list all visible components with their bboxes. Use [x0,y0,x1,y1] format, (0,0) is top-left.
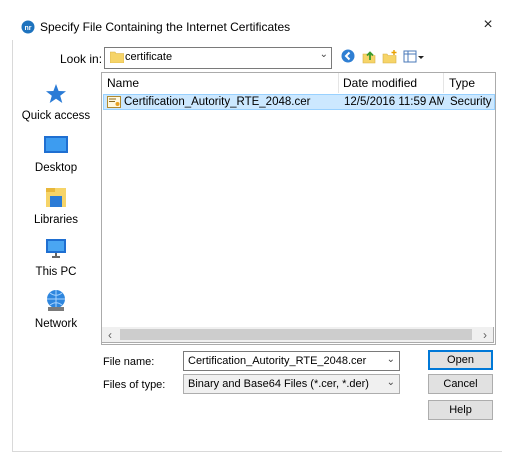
this-pc-icon [15,237,97,264]
column-divider[interactable] [443,73,444,93]
file-type-label: Files of type: [103,379,166,391]
scrollbar-thumb[interactable] [120,329,472,340]
place-this-pc[interactable]: This PC [15,237,97,278]
look-in-dropdown[interactable]: certificate ⌄ [104,47,332,69]
file-type-cell: Security Certificate [450,96,495,108]
file-name-cell: Certification_Autority_RTE_2048.cer [124,96,311,108]
horizontal-scrollbar[interactable]: ‹ › [101,327,494,343]
certificate-file-icon [107,96,121,108]
open-button[interactable]: Open [428,350,493,370]
window-title: Specify File Containing the Internet Cer… [40,20,291,34]
close-icon[interactable]: × [478,15,498,35]
scroll-left-icon[interactable]: ‹ [102,327,118,343]
column-divider[interactable] [338,73,339,93]
folder-icon [109,51,125,64]
app-icon: nr [21,20,35,34]
file-type-value: Binary and Base64 Files (*.cer, *.der) [188,378,369,390]
new-folder-icon[interactable] [382,49,398,65]
file-name-label: File name: [103,356,155,368]
file-list[interactable]: ^ Name Date modified Type Certification_… [101,72,496,345]
place-network[interactable]: Network [15,289,97,330]
place-label: Network [34,318,78,330]
network-icon [15,289,97,316]
file-name-value: Certification_Autority_RTE_2048.cer [188,355,367,367]
svg-text:nr: nr [25,25,32,32]
place-libraries[interactable]: Libraries [15,185,97,226]
file-name-combo[interactable]: Certification_Autority_RTE_2048.cer ⌄ [183,351,400,371]
place-label: Quick access [21,110,91,122]
up-folder-icon[interactable] [361,49,377,65]
file-type-select[interactable]: Binary and Base64 Files (*.cer, *.der) ⌄ [183,374,400,394]
look-in-label: Look in: [60,52,103,66]
back-icon[interactable] [341,49,355,65]
file-date-cell: 12/5/2016 11:59 AM [344,96,444,108]
place-label: Libraries [33,214,79,226]
quick-access-star-icon [15,83,97,108]
place-label: Desktop [34,162,78,174]
place-label: This PC [35,266,77,278]
chevron-down-icon[interactable]: ⌄ [387,377,395,388]
column-header-date[interactable]: Date modified [343,73,443,93]
scroll-right-icon[interactable]: › [477,327,493,343]
view-menu-icon[interactable] [403,49,425,65]
place-desktop[interactable]: Desktop [15,135,97,174]
column-header-name[interactable]: Name [107,73,337,93]
place-quick-access[interactable]: Quick access [15,83,97,122]
desktop-icon [15,135,97,160]
look-in-value: certificate [125,51,173,63]
chevron-down-icon[interactable]: ⌄ [387,354,395,365]
chevron-down-icon: ⌄ [319,49,328,60]
dialog-left-border [12,40,13,452]
file-row-selected[interactable]: Certification_Autority_RTE_2048.cer 12/5… [103,94,495,110]
column-header-type[interactable]: Type [449,73,495,93]
libraries-icon [15,185,97,212]
dialog-bottom-border [12,451,502,452]
help-button[interactable]: Help [428,400,493,420]
places-bar: Quick access Desktop Libraries This PC N… [15,75,97,345]
cancel-button[interactable]: Cancel [428,374,493,394]
